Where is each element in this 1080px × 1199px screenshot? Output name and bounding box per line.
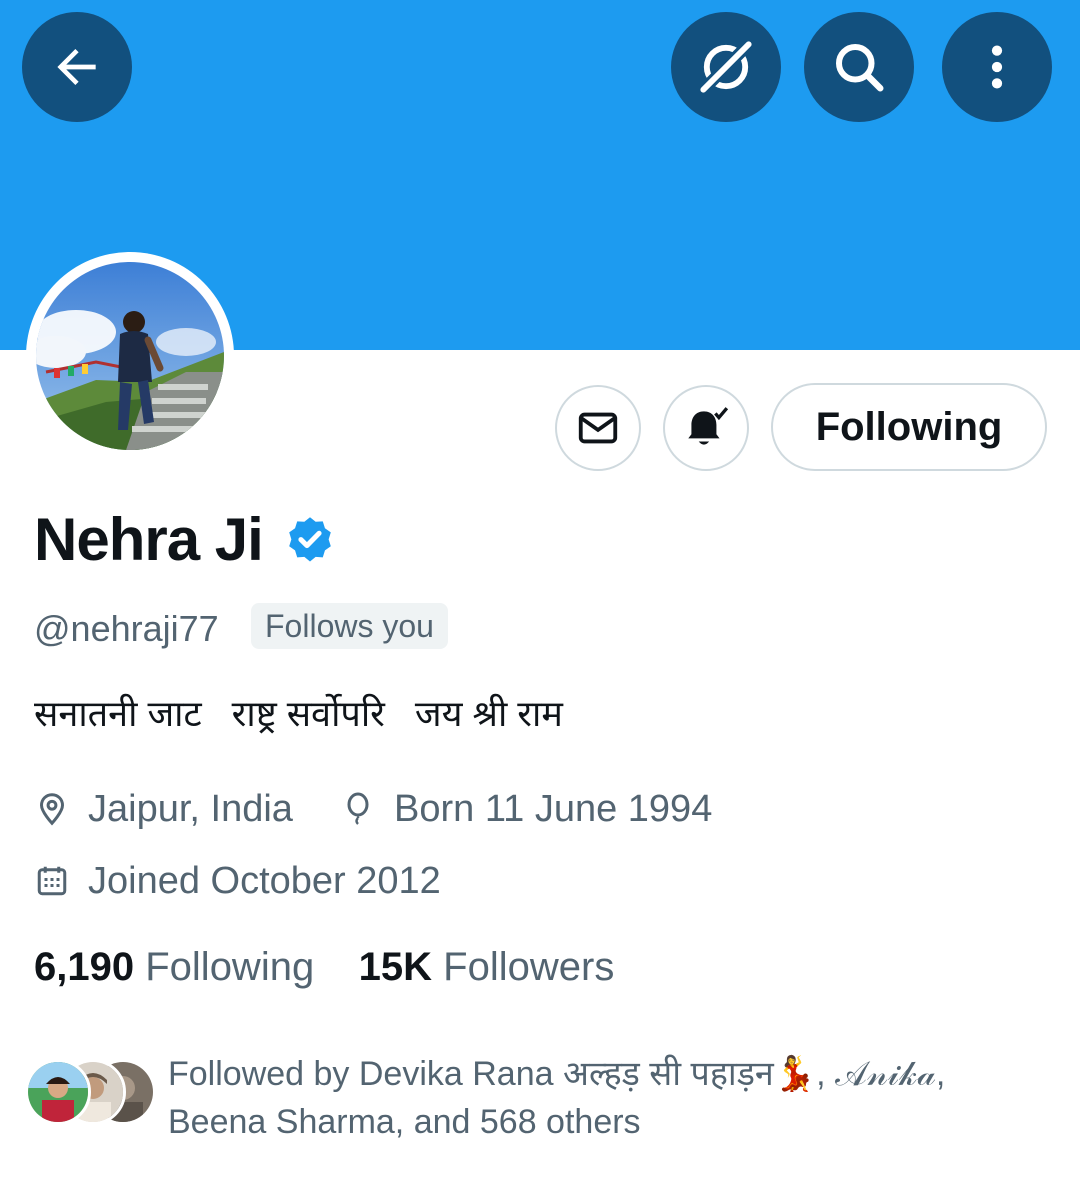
arrow-left-icon — [57, 49, 96, 85]
calendar-icon — [34, 863, 70, 899]
birthday-text: Born 11 June 1994 — [394, 788, 713, 830]
profile-avatar[interactable] — [26, 252, 234, 460]
avatar-photo — [36, 262, 224, 450]
followed-by-text[interactable]: Followed by Devika Rana अल्हड़ सी पहाड़न… — [168, 1050, 1048, 1146]
envelope-icon — [578, 412, 618, 444]
profile-page: Following Nehra Ji @nehraji77 Follows yo… — [0, 0, 1080, 1199]
bell-check-icon — [688, 407, 729, 445]
verified-badge-icon — [289, 517, 331, 562]
followers-count: 15K — [358, 945, 433, 989]
followed-by-line-1: Followed by Devika Rana अल्हड़ सी पहाड़न… — [168, 1055, 946, 1093]
joined-row: Joined October 2012 — [34, 858, 441, 904]
following-label: Following — [145, 945, 315, 989]
user-handle: @nehraji77 — [34, 608, 219, 649]
balloon-icon — [340, 791, 376, 827]
followers-stat[interactable]: 15K Followers — [359, 942, 615, 992]
message-button[interactable] — [555, 385, 641, 471]
follows-you-badge: Follows you — [251, 603, 448, 649]
more-vertical-icon — [991, 45, 1003, 89]
profile-bio: सनातनी जाट राष्ट्र सर्वोपरि जय श्री राम — [34, 693, 563, 734]
following-count: 6,190 — [34, 945, 135, 989]
search-icon — [836, 44, 884, 92]
follower-avatar-1[interactable] — [25, 1059, 91, 1125]
back-button[interactable] — [22, 12, 132, 122]
joined-text: Joined October 2012 — [88, 860, 441, 902]
follow-stats: 6,190 Following 15K Followers — [34, 942, 614, 992]
location-pin-icon — [34, 791, 70, 827]
following-button[interactable]: Following — [771, 383, 1047, 471]
birthday-row: Born 11 June 1994 — [340, 786, 712, 832]
more-button[interactable] — [942, 12, 1052, 122]
followers-label: Followers — [443, 945, 615, 989]
search-button[interactable] — [804, 12, 914, 122]
following-stat[interactable]: 6,190 Following — [34, 942, 314, 992]
followed-by-line-2: Beena Sharma, and 568 others — [168, 1103, 641, 1141]
grok-button[interactable] — [671, 12, 781, 122]
grok-icon — [700, 41, 752, 93]
location-row: Jaipur, India — [34, 786, 293, 832]
location-text: Jaipur, India — [88, 788, 293, 830]
notifications-button[interactable] — [663, 385, 749, 471]
display-name: Nehra Ji — [34, 506, 264, 573]
verified-badge — [284, 514, 336, 571]
